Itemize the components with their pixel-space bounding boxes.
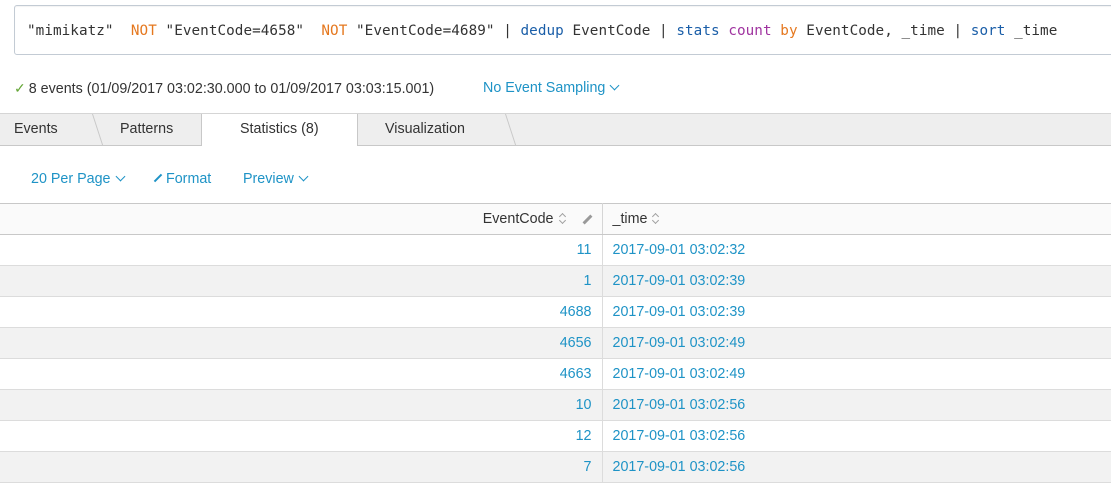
query-token-arg: by — [780, 23, 798, 39]
table-header-row: EventCode _time — [0, 203, 1111, 235]
chevron-down-icon — [298, 171, 309, 182]
query-token-str: "EventCode=4658" — [156, 23, 322, 39]
tab-visualization[interactable]: Visualization — [385, 114, 465, 146]
query-token-cmd: stats — [676, 23, 720, 39]
search-query-text[interactable]: "mimikatz" NOT "EventCode=4658" NOT "Eve… — [27, 23, 1057, 39]
search-input[interactable]: "mimikatz" NOT "EventCode=4658" NOT "Eve… — [14, 5, 1111, 55]
per-page-label: 20 Per Page — [31, 171, 111, 187]
column-header-time[interactable]: _time — [602, 203, 1111, 235]
tab-divider — [505, 114, 518, 146]
cell-eventcode[interactable]: 4688 — [0, 296, 603, 328]
tab-divider — [92, 114, 105, 146]
checkmark-icon: ✓ — [14, 80, 26, 96]
cell-eventcode[interactable]: 10 — [0, 389, 603, 421]
cell-eventcode[interactable]: 11 — [0, 234, 603, 266]
table-row: 4656 2017-09-01 03:02:49 — [0, 327, 1111, 359]
per-page-dropdown[interactable]: 20 Per Page — [31, 171, 125, 187]
column-header-eventcode[interactable]: EventCode — [0, 203, 603, 235]
preview-dropdown[interactable]: Preview — [243, 171, 309, 187]
search-area: "mimikatz" NOT "EventCode=4658" NOT "Eve… — [0, 0, 1111, 70]
chevron-down-icon — [115, 171, 125, 182]
cell-time[interactable]: 2017-09-01 03:02:39 — [602, 296, 1111, 328]
query-token-cmd: sort — [970, 23, 1006, 39]
cell-eventcode[interactable]: 4663 — [0, 358, 603, 390]
table-row: 12 2017-09-01 03:02:56 — [0, 420, 1111, 452]
cell-eventcode[interactable]: 12 — [0, 420, 603, 452]
event-count-status: ✓ 8 events (01/09/2017 03:02:30.000 to 01… — [14, 80, 434, 98]
event-count-text: 8 events (01/09/2017 03:02:30.000 to 01/… — [28, 81, 435, 97]
table-row: 10 2017-09-01 03:02:56 — [0, 389, 1111, 421]
query-token-str: "EventCode=4689" | — [347, 23, 521, 39]
sort-icon[interactable] — [559, 213, 566, 224]
table-row: 4663 2017-09-01 03:02:49 — [0, 358, 1111, 390]
cell-time[interactable]: 2017-09-01 03:02:39 — [602, 265, 1111, 297]
query-token-cmd: dedup — [520, 23, 564, 39]
cell-time[interactable]: 2017-09-01 03:02:49 — [602, 358, 1111, 390]
cell-eventcode[interactable]: 7 — [0, 451, 603, 483]
cell-eventcode[interactable]: 1 — [0, 265, 603, 297]
statistics-table: EventCode _time 11 2017-09-01 03:02:32 1 20… — [0, 203, 1111, 483]
query-token-kw: NOT — [321, 23, 348, 39]
tab-statistics[interactable]: Statistics (8) — [201, 114, 358, 148]
event-sampling-label: No Event Sampling — [483, 80, 606, 96]
results-toolbar: 20 Per Page Format Preview — [0, 146, 1111, 204]
query-token-fn: count — [728, 23, 772, 39]
event-sampling-dropdown[interactable]: No Event Sampling — [483, 80, 620, 96]
query-token-str: EventCode | — [563, 23, 677, 39]
format-button[interactable]: Format — [153, 171, 211, 187]
cell-time[interactable]: 2017-09-01 03:02:56 — [602, 451, 1111, 483]
tab-events[interactable]: Events — [14, 114, 58, 146]
query-token-str: _time — [1005, 23, 1058, 39]
cell-time[interactable]: 2017-09-01 03:02:56 — [602, 420, 1111, 452]
pencil-icon — [153, 173, 163, 183]
query-token-str: "mimikatz" — [27, 23, 131, 39]
query-token-str: EventCode, _time | — [797, 23, 971, 39]
table-row: 4688 2017-09-01 03:02:39 — [0, 296, 1111, 328]
results-tabs: Events Patterns Statistics (8) Visualiza… — [0, 113, 1111, 148]
cell-time[interactable]: 2017-09-01 03:02:32 — [602, 234, 1111, 266]
query-token-kw: NOT — [130, 23, 157, 39]
cell-time[interactable]: 2017-09-01 03:02:56 — [602, 389, 1111, 421]
format-label: Format — [166, 171, 212, 187]
sort-icon[interactable] — [652, 213, 659, 224]
pencil-icon[interactable] — [582, 214, 592, 225]
query-token-str — [772, 23, 781, 39]
cell-time[interactable]: 2017-09-01 03:02:49 — [602, 327, 1111, 359]
table-row: 7 2017-09-01 03:02:56 — [0, 451, 1111, 483]
preview-label: Preview — [243, 171, 294, 187]
table-row: 1 2017-09-01 03:02:39 — [0, 265, 1111, 297]
cell-eventcode[interactable]: 4656 — [0, 327, 603, 359]
table-row: 11 2017-09-01 03:02:32 — [0, 234, 1111, 266]
tab-patterns[interactable]: Patterns — [120, 114, 173, 146]
chevron-down-icon — [609, 80, 620, 91]
